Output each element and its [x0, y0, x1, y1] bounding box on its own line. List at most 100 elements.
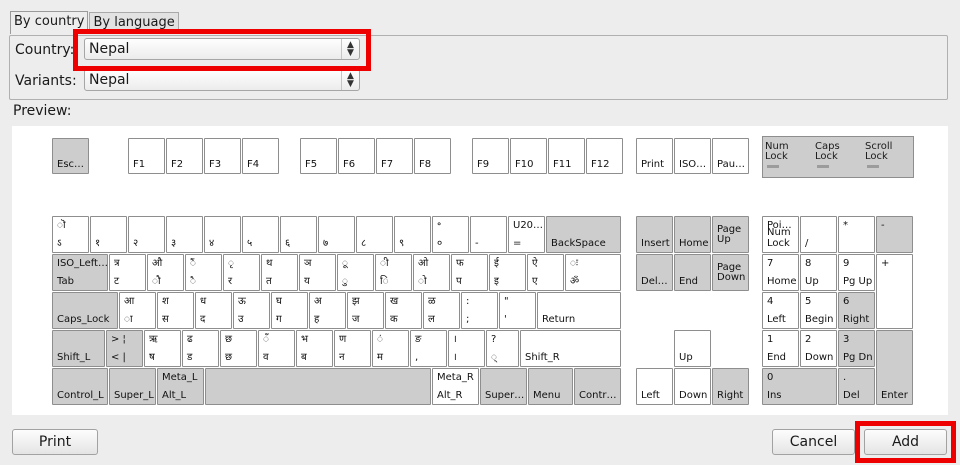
keyboard-key: ीि: [375, 254, 412, 291]
key-label: ु: [342, 276, 348, 287]
key-label: Pg Dn: [843, 352, 873, 363]
keyboard-key: खक: [385, 292, 422, 329]
key-label: ा: [124, 314, 133, 325]
key-label: End: [679, 276, 699, 287]
key-label: F8: [419, 159, 432, 170]
key-label: :: [466, 296, 470, 307]
key-label: ष: [149, 352, 155, 363]
keyboard-key: Up: [674, 330, 711, 367]
keyboard-key: Home: [674, 216, 711, 253]
key-label: ।: [453, 352, 457, 363]
keyboard-key: ISO…: [674, 138, 711, 174]
keyboard-key: BackSpace: [546, 216, 621, 253]
keyboard-key: ७: [318, 216, 355, 253]
key-label: BackSpace: [551, 238, 606, 249]
key-label: ८: [361, 238, 367, 249]
key-label: श: [162, 296, 169, 307]
key-label: ३: [171, 238, 177, 249]
key-label: Pau…: [717, 159, 746, 170]
key-label: २: [133, 238, 139, 249]
keyboard-key: णन: [334, 330, 371, 367]
keyboard-key: ओो: [413, 254, 450, 291]
keyboard-key: F6: [338, 138, 375, 174]
caps-lock-led: Caps Lock: [815, 142, 840, 168]
keyboard-key: ?्: [486, 330, 519, 367]
keyboard-key: भब: [296, 330, 333, 367]
keyboard-key: ँ व: [258, 330, 295, 367]
keyboard-key: ६: [280, 216, 317, 253]
key-label: Alt_L: [162, 390, 187, 401]
key-label: Home: [679, 238, 709, 249]
key-label: ृ: [228, 258, 234, 269]
keyboard-key: ३: [166, 216, 203, 253]
cancel-button[interactable]: Cancel: [772, 429, 855, 455]
keyboard-key: U20… =: [508, 216, 545, 253]
country-label: Country:: [15, 42, 75, 58]
keyboard-key: ऋष: [144, 330, 181, 367]
keyboard-key: ञय: [299, 254, 336, 291]
keyboard-key: . Del: [838, 368, 875, 405]
keyboard-key: । ।: [448, 330, 485, 367]
key-label: इ: [494, 276, 499, 287]
keyboard-key: 6 Right: [838, 292, 875, 329]
scroll-lock-led: Scroll Lock: [865, 142, 892, 168]
keyboard-key: आा: [119, 292, 156, 329]
key-label: ढ: [187, 334, 193, 345]
keyboard-key: 9 Pg Up: [838, 254, 875, 291]
key-label: /: [805, 238, 809, 249]
key-label: F5: [305, 159, 318, 170]
keyboard-key: ऊउ: [233, 292, 270, 329]
key-label: .: [843, 372, 847, 383]
key-label: F6: [343, 159, 356, 170]
key-label: Down: [805, 352, 834, 363]
key-label: Control_L: [57, 390, 104, 401]
print-button[interactable]: Print: [12, 429, 98, 455]
keyboard-key: F5: [300, 138, 337, 174]
key-label: Enter: [881, 390, 908, 401]
key-label: 0: [767, 372, 774, 383]
keyboard-key: F4: [242, 138, 279, 174]
keyboard-key: /: [800, 216, 837, 253]
key-label: Super…: [485, 390, 525, 401]
keyboard-key: Control_L: [52, 368, 108, 405]
keyboard-key: फप: [451, 254, 488, 291]
updown-chevron-icon: ▲ ▼: [341, 70, 359, 90]
keyboard-key: Insert: [636, 216, 673, 253]
key-label: 7: [767, 258, 774, 269]
key-label: F11: [553, 159, 572, 170]
keyboard-key: -: [876, 216, 913, 253]
key-label: ।: [453, 334, 457, 345]
key-label: ६: [285, 238, 291, 249]
key-label: Up: [805, 276, 819, 287]
num-lock-led-label: Num Lock: [765, 141, 789, 162]
key-label: छ: [225, 334, 233, 345]
key-label: 3: [843, 334, 850, 345]
key-label: ज: [352, 314, 360, 325]
key-label: F12: [591, 159, 610, 170]
key-label: ख: [390, 296, 399, 307]
key-label: आ: [124, 296, 135, 307]
keyboard-key: F2: [166, 138, 203, 174]
keyboard-key: Caps_Lock: [52, 292, 118, 329]
led-indicator: [817, 165, 829, 168]
variants-combo[interactable]: Nepal ▲ ▼: [84, 69, 360, 91]
key-label: Del: [843, 390, 860, 401]
keyboard-key: ८: [356, 216, 393, 253]
key-label: व: [263, 352, 269, 363]
keyboard-key: Left: [636, 368, 673, 405]
key-label: ई: [494, 258, 499, 269]
keyboard-key: थत: [261, 254, 298, 291]
cancel-button-label: Cancel: [789, 434, 838, 450]
key-label: ्: [491, 352, 497, 363]
key-label: 9: [843, 258, 850, 269]
key-label: ॰: [437, 220, 442, 231]
key-label: ः: [570, 258, 578, 269]
keyboard-key: :;: [461, 292, 498, 329]
key-label: Page Down: [717, 261, 746, 283]
key-label: १: [95, 238, 101, 249]
key-label: प: [456, 276, 462, 287]
key-label: -: [881, 220, 885, 231]
keyboard-key: *: [838, 216, 875, 253]
key-label: ISO_Left…: [57, 258, 108, 269]
variants-value: Nepal: [89, 72, 130, 88]
